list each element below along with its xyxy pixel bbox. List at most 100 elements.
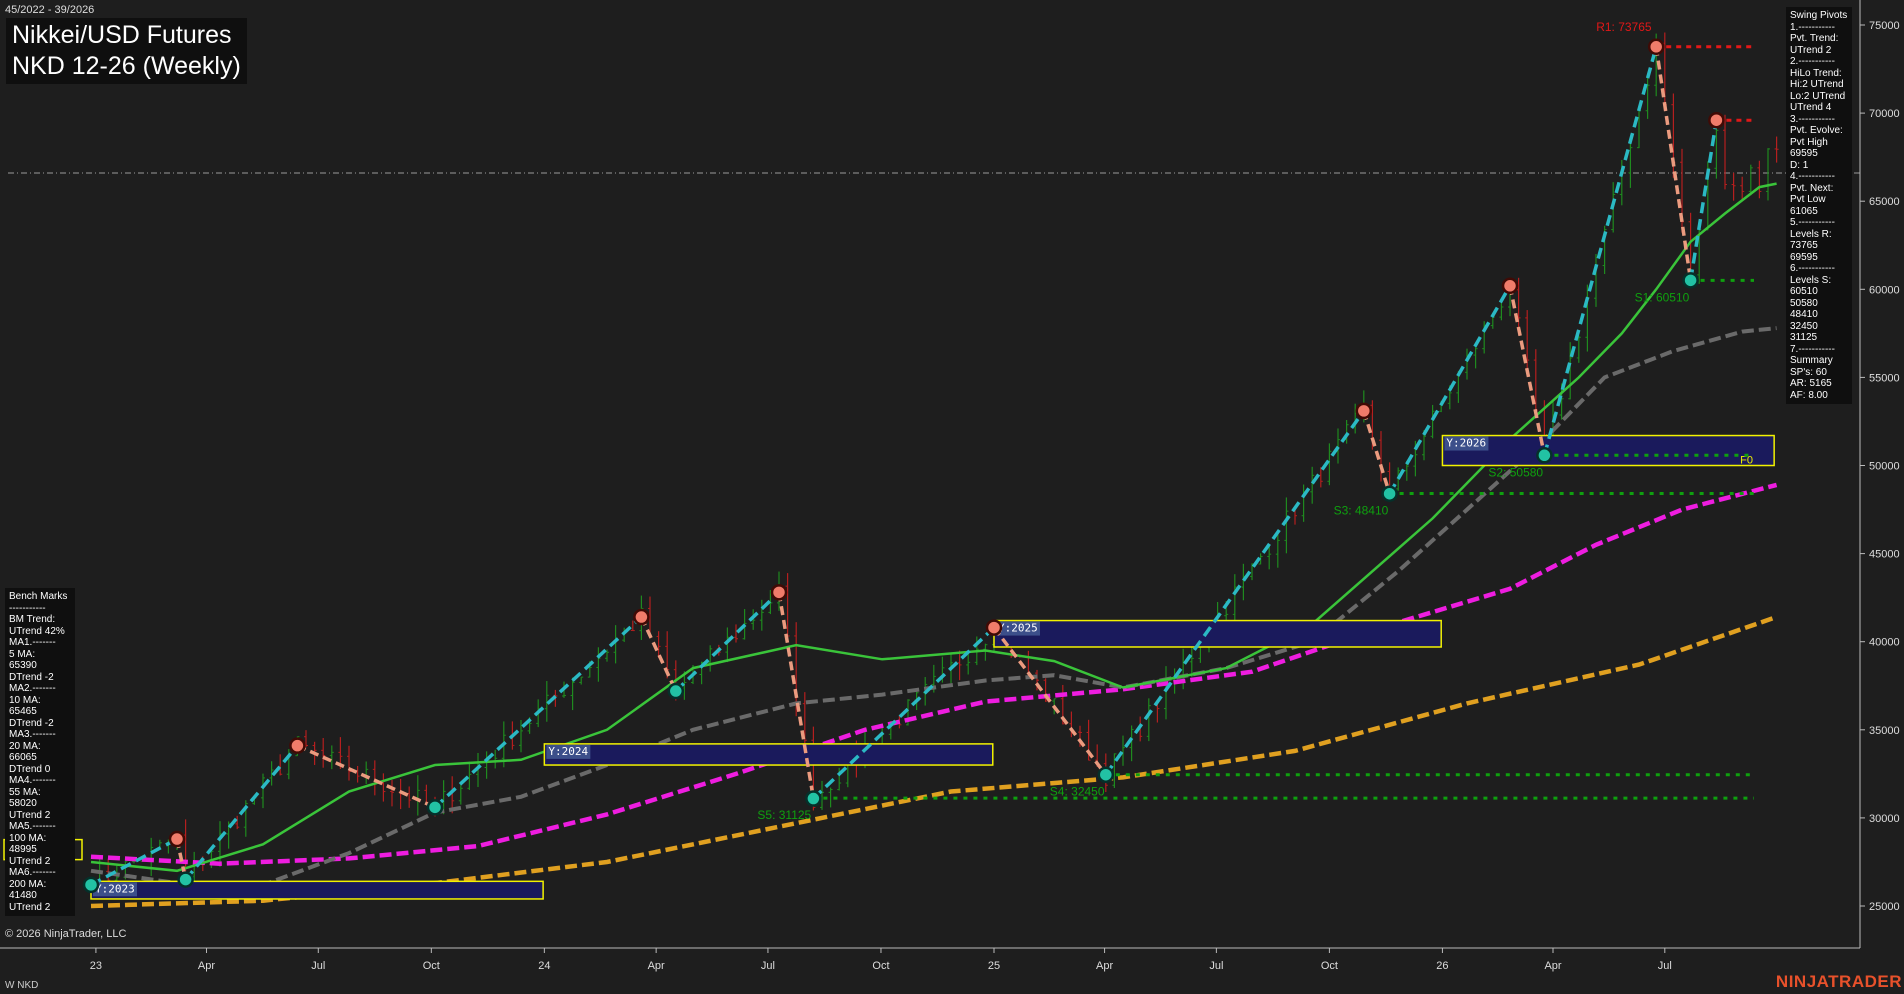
y-tick-label: 75000 [1869,20,1900,32]
y-tick-label: 40000 [1869,637,1900,649]
panel-line: UTrend 2 [9,855,51,867]
panel-line: DTrend -2 [9,717,54,729]
swing-low-marker [177,871,194,888]
swing-low-marker [1097,766,1115,783]
panel-line: AR: 5165 [1790,378,1832,389]
swing-high-marker [1708,111,1725,129]
y-tick-label: 25000 [1869,901,1900,913]
panel-line: 31125 [1790,332,1818,343]
year-box-label: Y:2025 [998,622,1038,635]
chart-subtitle: NKD 12-26 (Weekly) [12,52,241,80]
panel-line: Summary [1790,355,1833,366]
panel-line: HiLo Trend: [1790,67,1842,79]
support-label: S1: 60510 [1635,290,1690,304]
panel-line: SP's: 60 [1790,366,1827,378]
panel-line: UTrend 42% [9,625,65,637]
date-range: 45/2022 - 39/2026 [5,4,95,16]
bench-marks-panel: Bench Marks ----------- BM Trend: UTrend 42… [5,588,75,916]
panel-line: Pvt. Next: [1790,182,1834,194]
x-tick-label: Jul [311,960,325,972]
x-tick-label: Jul [1658,960,1672,972]
swing-high-marker [1501,277,1519,295]
panel-line: UTrend 2 [1790,44,1832,56]
panel-line: 48410 [1790,309,1818,320]
swing-low-marker [1381,485,1398,502]
panel-line: MA3.------- [9,729,56,740]
panel-line: 58020 [9,798,37,809]
y-tick-label: 45000 [1869,549,1900,561]
panel-line: 200 MA: [9,878,47,890]
panel-line: 66065 [9,752,37,763]
y-tick-label: 30000 [1869,813,1900,825]
x-tick-label: Apr [198,960,215,972]
y-tick-label: 35000 [1869,725,1900,737]
panel-line: 32450 [1790,320,1818,332]
panel-line: 5 MA: [9,648,36,660]
panel-line: MA4.------- [9,775,56,786]
panel-line: 7.----------- [1790,343,1835,355]
panel-line: 100 MA: [9,832,47,844]
chart-background [0,0,1904,994]
chart-title-box: Nikkei/USD Futures NKD 12-26 (Weekly) [6,18,247,84]
swing-high-marker [168,830,186,848]
year-box-label: Y:2026 [1446,437,1486,450]
panel-line: 10 MA: [9,694,41,706]
copyright: © 2026 NinjaTrader, LLC [5,928,127,940]
x-tick-label: Oct [1321,960,1338,972]
y-tick-label: 50000 [1869,461,1900,473]
year-box [90,880,544,900]
panel-line: Lo:2 UTrend [1790,90,1846,102]
price-chart[interactable]: Y:2023Y:2024Y:2025Y:2026F0 R1: 73765S1: … [0,0,1904,994]
panel-line: UTrend 4 [1790,102,1832,113]
panel-line: Swing Pivots [1790,10,1848,21]
x-tick-label: 25 [988,960,1000,972]
swing-low-marker [426,799,444,816]
panel-line: Pvt. Evolve: [1790,125,1843,136]
panel-line: 2.----------- [1790,56,1835,67]
year-box-label: Y:2024 [548,745,588,758]
panel-line: MA1.------- [9,637,56,648]
resistance-label: R1: 73765 [1596,20,1652,34]
panel-line: MA5.------- [9,821,56,832]
panel-line: Levels S: [1790,274,1832,286]
panel-line: DTrend 0 [9,763,51,775]
panel-line: Pvt Low [1790,194,1826,205]
panel-line: 5.----------- [1790,217,1835,228]
swing-high-marker [633,608,650,626]
panel-line: Pvt. Trend: [1790,33,1839,44]
panel-line: 61065 [1790,205,1818,217]
panel-line: MA6.------- [9,867,56,878]
panel-line: UTrend 2 [9,901,51,913]
instrument-label: W NKD [5,980,39,991]
year-box [1441,434,1775,467]
x-tick-label: Apr [648,960,665,972]
panel-line: MA2.------- [9,683,56,694]
x-tick-label: Oct [423,960,440,972]
panel-line: 65465 [9,706,37,717]
panel-line: Pvt High [1790,136,1828,148]
panel-line: AF: 8.00 [1790,389,1828,401]
panel-line: D: 1 [1790,159,1809,171]
x-tick-label: Jul [1209,960,1223,972]
chart-title: Nikkei/USD Futures [12,21,232,49]
swing-low-marker [805,790,822,807]
x-tick-label: Jul [761,960,775,972]
year-box [993,619,1442,648]
support-label: S2: 50580 [1488,465,1543,479]
panel-line: 65390 [9,660,37,671]
swing-low-marker [82,876,100,894]
x-tick-label: 26 [1436,960,1448,972]
support-label: S3: 48410 [1334,504,1389,518]
x-tick-label: Apr [1096,960,1113,972]
panel-line: DTrend -2 [9,671,54,683]
panel-line: 60510 [1790,286,1818,297]
swing-high-marker [770,584,788,601]
panel-line: 73765 [1790,240,1818,251]
brand-logo: NINJATRADER [1775,972,1902,991]
swing-low-marker [667,682,685,700]
panel-line: Levels R: [1790,228,1832,240]
x-tick-label: 24 [538,960,550,972]
x-tick-label: Apr [1544,960,1561,972]
swing-high-marker [985,619,1003,636]
x-tick-label: Oct [872,960,889,972]
